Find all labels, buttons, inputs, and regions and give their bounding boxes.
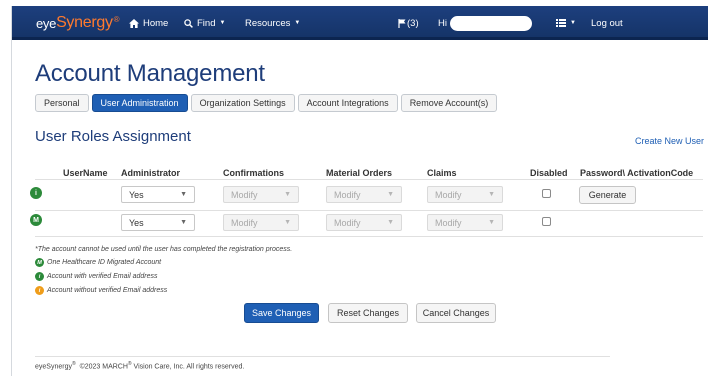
account-tabs: Personal User Administration Organizatio… (35, 94, 498, 112)
col-header-confirmations: Confirmations (223, 168, 285, 178)
tab-remove-accounts[interactable]: Remove Account(s) (400, 94, 498, 112)
nav-find[interactable]: Find ▼ (184, 6, 225, 40)
table-divider (35, 179, 703, 180)
chevron-down-icon: ▼ (488, 219, 495, 226)
col-header-material-orders: Material Orders (326, 168, 393, 178)
claims-value: Modify (435, 189, 462, 200)
cancel-changes-button[interactable]: Cancel Changes (416, 303, 496, 323)
legend-label: Account without verified Email address (47, 287, 168, 294)
reset-changes-button[interactable]: Reset Changes (328, 303, 408, 323)
list-icon (556, 19, 566, 27)
confirmations-value: Modify (231, 217, 258, 228)
legend-label: One Healthcare ID Migrated Account (47, 259, 162, 266)
nav-resources-label: Resources (245, 17, 291, 29)
col-header-username: UserName (63, 168, 108, 178)
chevron-down-icon: ▼ (219, 20, 226, 26)
administrator-value: Yes (129, 217, 144, 228)
chevron-down-icon: ▼ (488, 191, 495, 198)
verified-email-icon: i (35, 272, 44, 281)
table-divider (35, 210, 703, 211)
footer-copyright: eyeSynergy® ©2023 MARCH® Vision Care, In… (35, 361, 244, 370)
legend-item: i Account with verified Email address (35, 272, 158, 281)
section-title: User Roles Assignment (35, 128, 191, 145)
col-header-password: Password\ ActivationCode (580, 168, 694, 178)
claims-select[interactable]: Modify ▼ (427, 214, 503, 231)
footer-divider (35, 356, 610, 357)
unverified-email-icon: i (35, 286, 44, 295)
chevron-down-icon: ▼ (387, 219, 394, 226)
brand-prefix: eye (36, 15, 57, 31)
tab-personal[interactable]: Personal (35, 94, 89, 112)
legend-item: i Account without verified Email address (35, 286, 167, 295)
administrator-value: Yes (129, 189, 144, 200)
material-orders-select[interactable]: Modify ▼ (326, 214, 402, 231)
nav-logout-label: Log out (591, 17, 623, 29)
material-orders-select[interactable]: Modify ▼ (326, 186, 402, 203)
nav-messages[interactable]: (3) (398, 6, 419, 40)
footer-brand-prefix: eye (35, 363, 47, 371)
tab-account-integrations[interactable]: Account Integrations (297, 94, 398, 112)
brand-mark: ® (113, 14, 120, 24)
col-header-disabled: Disabled (530, 168, 568, 178)
confirmations-select[interactable]: Modify ▼ (223, 186, 299, 203)
confirmations-select[interactable]: Modify ▼ (223, 214, 299, 231)
disabled-checkbox[interactable] (542, 189, 551, 198)
chevron-down-icon: ▼ (387, 191, 394, 198)
top-navbar: eye Synergy ® Home Find ▼ Resources ▼ (3) (12, 6, 708, 40)
brand-logo[interactable]: eye Synergy ® (36, 6, 120, 40)
chevron-down-icon: ▼ (294, 20, 301, 26)
chevron-down-icon: ▼ (180, 219, 187, 226)
chevron-down-icon: ▼ (570, 20, 576, 26)
registration-note: *The account cannot be used until the us… (35, 246, 293, 253)
legend-label: Account with verified Email address (47, 273, 158, 280)
footer-text-a: ©2023 MARCH (79, 363, 128, 371)
nav-logout[interactable]: Log out (591, 6, 623, 40)
migrated-account-icon: M (35, 258, 44, 267)
claims-select[interactable]: Modify ▼ (427, 186, 503, 203)
nav-user[interactable]: Hi (438, 6, 532, 40)
tab-organization-settings[interactable]: Organization Settings (190, 94, 295, 112)
create-new-user-link[interactable]: Create New User (635, 136, 704, 146)
col-header-claims: Claims (427, 168, 457, 178)
material-orders-value: Modify (334, 217, 361, 228)
footer-text-b: Vision Care, Inc. All rights reserved. (133, 363, 245, 371)
claims-value: Modify (435, 217, 462, 228)
redacted-username (449, 15, 532, 31)
nav-menu[interactable]: ▼ (556, 6, 576, 40)
nav-messages-count: (3) (407, 17, 419, 29)
nav-find-label: Find (197, 17, 216, 29)
footer-brand-mark: ® (71, 361, 76, 367)
chevron-down-icon: ▼ (284, 191, 291, 198)
administrator-select[interactable]: Yes ▼ (121, 214, 195, 231)
search-icon (184, 18, 193, 28)
administrator-select[interactable]: Yes ▼ (121, 186, 195, 203)
verified-email-status-icon: i (30, 187, 42, 199)
legend-item: M One Healthcare ID Migrated Account (35, 258, 161, 267)
col-header-administrator: Administrator (121, 168, 181, 178)
home-icon (129, 18, 139, 28)
tab-user-administration[interactable]: User Administration (91, 94, 188, 112)
page-title: Account Management (35, 60, 265, 87)
brand-name: Synergy (56, 14, 113, 31)
material-orders-value: Modify (334, 189, 361, 200)
flag-icon (398, 18, 406, 28)
generate-button[interactable]: Generate (579, 186, 636, 204)
nav-home-label: Home (143, 17, 169, 29)
confirmations-value: Modify (231, 189, 258, 200)
table-divider (35, 236, 703, 237)
footer-brand-name: Synergy (46, 363, 72, 371)
disabled-checkbox[interactable] (542, 217, 551, 226)
save-changes-button[interactable]: Save Changes (244, 303, 319, 323)
nav-resources[interactable]: Resources ▼ (245, 6, 300, 40)
app-frame: eye Synergy ® Home Find ▼ Resources ▼ (3) (11, 6, 708, 376)
nav-greeting: Hi (438, 17, 447, 29)
footer-registered-mark: ® (127, 361, 132, 367)
chevron-down-icon: ▼ (180, 191, 187, 198)
migrated-account-status-icon: M (30, 214, 42, 226)
chevron-down-icon: ▼ (284, 219, 291, 226)
nav-home[interactable]: Home (129, 6, 168, 40)
